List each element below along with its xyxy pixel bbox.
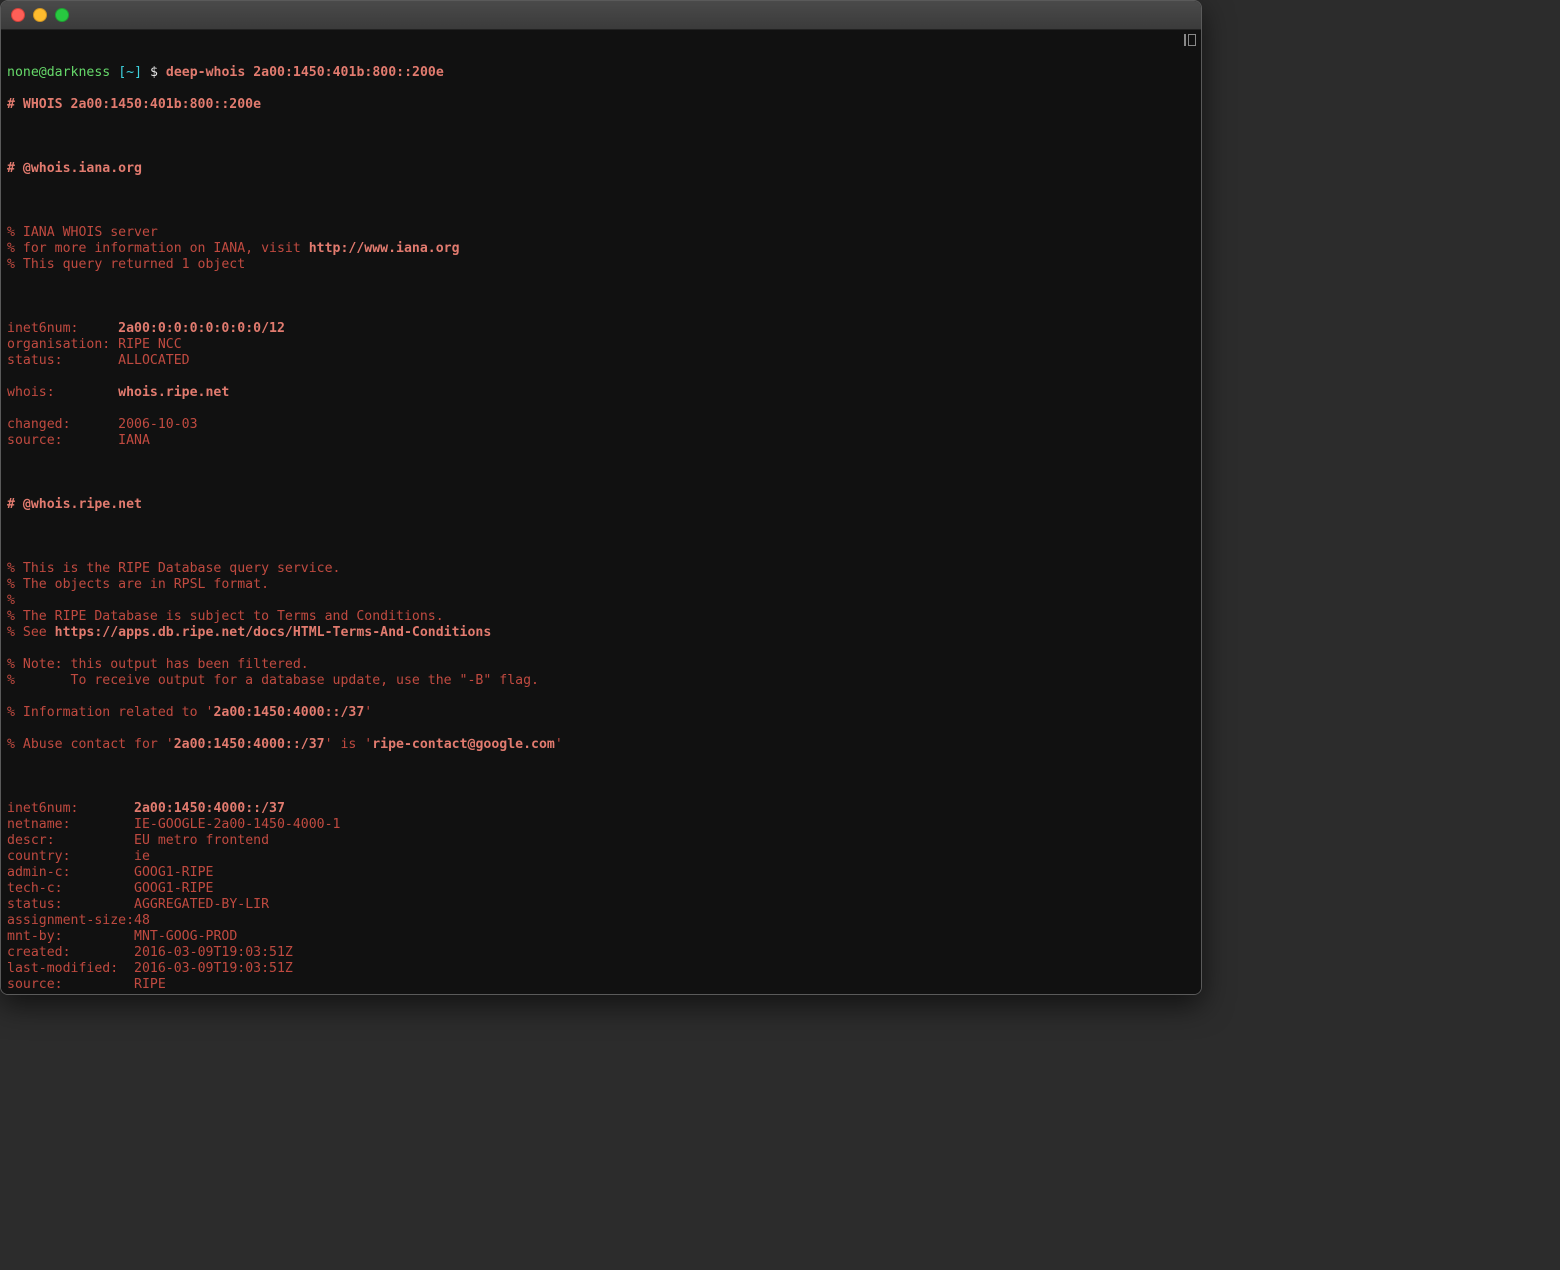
output-line: created: 2016-03-09T19:03:51Z [7,945,1195,961]
command-text: deep-whois 2a00:1450:401b:800::200e [166,65,444,80]
output-line: % To receive output for a database updat… [7,673,1195,689]
output-line: descr: EU metro frontend [7,833,1195,849]
output-line: mnt-by: MNT-GOOG-PROD [7,929,1195,945]
section-ripe: # @whois.ripe.net [7,497,1195,513]
blank-line [7,769,1195,785]
titlebar [1,1,1201,30]
output-line: status: AGGREGATED-BY-LIR [7,897,1195,913]
output-line: status: ALLOCATED [7,353,1195,369]
blank-line [7,529,1195,545]
output-line: last-modified: 2016-03-09T19:03:51Z [7,961,1195,977]
output-line: % Information related to '2a00:1450:4000… [7,705,1195,721]
output-line: changed: 2006-10-03 [7,417,1195,433]
prompt-symbol: $ [150,65,158,80]
output-line: source: IANA [7,433,1195,449]
output-line: % IANA WHOIS server [7,225,1195,241]
output-line: % for more information on IANA, visit ht… [7,241,1195,257]
terminal-viewport[interactable]: none@darkness [~] $ deep-whois 2a00:1450… [1,30,1201,994]
prompt-line: none@darkness [~] $ deep-whois 2a00:1450… [7,65,1195,81]
output-line: % Abuse contact for '2a00:1450:4000::/37… [7,737,1195,753]
output-line: % This is the RIPE Database query servic… [7,561,1195,577]
terminal-window: none@darkness [~] $ deep-whois 2a00:1450… [0,0,1202,995]
fullscreen-icon[interactable] [55,8,69,22]
output-line: % Note: this output has been filtered. [7,657,1195,673]
close-icon[interactable] [11,8,25,22]
blank-line [7,289,1195,305]
output-line: tech-c: GOOG1-RIPE [7,881,1195,897]
output-line: % [7,593,1195,609]
minimize-icon[interactable] [33,8,47,22]
iana-comment-block: % IANA WHOIS server% for more informatio… [7,225,1195,273]
output-line: % The objects are in RPSL format. [7,577,1195,593]
output-line: netname: IE-GOOGLE-2a00-1450-4000-1 [7,817,1195,833]
output-line: assignment-size:48 [7,913,1195,929]
scroll-indicator-icon [1183,33,1197,47]
ripe-intro-block: % This is the RIPE Database query servic… [7,561,1195,753]
output-line: source: RIPE [7,977,1195,993]
blank-line [7,465,1195,481]
output-line: country: ie [7,849,1195,865]
output-line: inet6num: 2a00:1450:4000::/37 [7,801,1195,817]
output-line [7,689,1195,705]
blank-line [7,193,1195,209]
iana-kv-block: inet6num: 2a00:0:0:0:0:0:0:0/12organisat… [7,321,1195,449]
output-line: organisation: RIPE NCC [7,337,1195,353]
output-line: whois: whois.ripe.net [7,385,1195,401]
prompt-path: [~] [118,65,142,80]
output-line [7,401,1195,417]
output-line: % See https://apps.db.ripe.net/docs/HTML… [7,625,1195,641]
output-line [7,721,1195,737]
ripe-kv-block-1: inet6num: 2a00:1450:4000::/37netname: IE… [7,801,1195,993]
output-line: % This query returned 1 object [7,257,1195,273]
output-line [7,641,1195,657]
section-iana: # @whois.iana.org [7,161,1195,177]
output-line [7,369,1195,385]
blank-line [7,129,1195,145]
traffic-lights [11,8,69,22]
prompt-user-host: none@darkness [7,65,110,80]
output-line: admin-c: GOOG1-RIPE [7,865,1195,881]
output-line: % The RIPE Database is subject to Terms … [7,609,1195,625]
output-header: # WHOIS 2a00:1450:401b:800::200e [7,97,1195,113]
output-line: inet6num: 2a00:0:0:0:0:0:0:0/12 [7,321,1195,337]
